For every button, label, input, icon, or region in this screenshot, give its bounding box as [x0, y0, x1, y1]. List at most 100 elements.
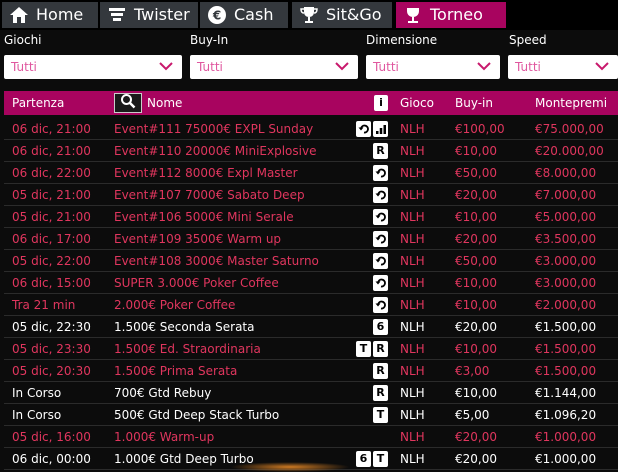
row-badges: R	[373, 385, 388, 401]
row-prize: €7.000,00	[535, 188, 597, 202]
row-start-time: 05 dic, 23:30	[12, 342, 91, 356]
tab-cash-label: Cash	[234, 5, 274, 24]
filter-giochi-label: Giochi	[4, 33, 42, 47]
rebuy-icon	[373, 253, 388, 269]
search-button[interactable]	[114, 93, 142, 113]
row-badges: TR	[356, 341, 388, 357]
badge-r-icon: R	[373, 363, 388, 379]
row-tournament-name: Event#109 3500€ Warm up	[114, 232, 282, 246]
filter-dimensione-value: Tutti	[373, 60, 399, 74]
row-prize: €2.000,00	[535, 298, 597, 312]
filter-giochi-select[interactable]: Tutti	[4, 55, 182, 79]
row-game: NLH	[400, 188, 425, 202]
table-row[interactable]: 06 dic, 21:00 Event#111 75000€ EXPL Sunda…	[4, 118, 618, 140]
row-badges: R	[373, 143, 388, 159]
header-prize[interactable]: Montepremi	[535, 91, 607, 115]
row-tournament-name: 1.500€ Prima Serata	[114, 364, 238, 378]
row-prize: €1.096,20	[535, 408, 597, 422]
header-name[interactable]: Nome	[147, 91, 182, 115]
row-game: NLH	[400, 122, 425, 136]
filter-dimensione-select[interactable]: Tutti	[366, 55, 500, 79]
table-row[interactable]: Tra 21 min 2.000€ Poker Coffee NLH €10,00 €2…	[4, 294, 618, 316]
row-prize: €1.500,00	[535, 364, 597, 378]
row-prize: €1.144,00	[535, 386, 597, 400]
row-prize: €8.000,00	[535, 166, 597, 180]
row-game: NLH	[400, 166, 425, 180]
table-row[interactable]: In Corso 500€ Gtd Deep Stack Turbo T NLH €5,…	[4, 404, 618, 426]
row-buyin: €5,00	[455, 408, 490, 422]
row-game: NLH	[400, 386, 425, 400]
row-start-time: 06 dic, 00:00	[12, 452, 91, 466]
table-row[interactable]: 05 dic, 20:30 1.500€ Prima Serata R NLH €3,0…	[4, 360, 618, 382]
table-row[interactable]: 05 dic, 21:00 Event#107 7000€ Sabato Deep…	[4, 184, 618, 206]
header-buyin[interactable]: Buy-in	[455, 91, 493, 115]
row-badges: 6	[373, 319, 388, 335]
tab-sitgo[interactable]: Sit&Go	[292, 2, 392, 28]
table-row[interactable]: 06 dic, 15:00 SUPER 3.000€ Poker Coffee NL…	[4, 272, 618, 294]
row-buyin: €20,00	[455, 430, 497, 444]
row-badges: 6T	[356, 451, 388, 467]
tab-cash[interactable]: € Cash	[200, 2, 288, 28]
filter-giochi-value: Tutti	[11, 60, 37, 74]
chevron-down-icon	[594, 58, 610, 78]
svg-text:€: €	[212, 9, 221, 23]
tab-torneo-label: Torneo	[430, 5, 483, 24]
table-row[interactable]: 06 dic, 21:00 Event#110 20000€ MiniExplos…	[4, 140, 618, 162]
header-game[interactable]: Gioco	[400, 91, 434, 115]
tab-bar: Home Twister € Cash Sit&Go Torneo	[0, 0, 618, 30]
row-start-time: In Corso	[12, 408, 62, 422]
header-start[interactable]: Partenza	[12, 91, 64, 115]
row-buyin: €10,00	[455, 298, 497, 312]
tab-sitgo-label: Sit&Go	[326, 5, 382, 24]
filter-buyin-select[interactable]: Tutti	[190, 55, 358, 79]
row-buyin: €10,00	[455, 144, 497, 158]
rebuy-icon	[373, 165, 388, 181]
tab-home[interactable]: Home	[2, 2, 98, 28]
row-prize: €1.500,00	[535, 320, 597, 334]
row-buyin: €50,00	[455, 166, 497, 180]
row-tournament-name: Event#108 3000€ Master Saturno	[114, 254, 319, 268]
row-badges: T	[373, 407, 388, 423]
rebuy-icon	[356, 121, 371, 137]
table-row[interactable]: In Corso 700€ Gtd Rebuy R NLH €10,00 €1.144,0…	[4, 382, 618, 404]
chevron-down-icon	[476, 58, 492, 78]
table-row[interactable]: 05 dic, 22:00 Event#108 3000€ Master Satu…	[4, 250, 618, 272]
badge-r-icon: R	[373, 341, 388, 357]
row-prize: €1.000,00	[535, 430, 597, 444]
tab-torneo[interactable]: Torneo	[396, 2, 506, 28]
row-tournament-name: Event#106 5000€ Mini Serale	[114, 210, 294, 224]
euro-coin-icon: €	[206, 4, 228, 26]
bottom-glow	[230, 462, 350, 472]
table-row[interactable]: 05 dic, 22:30 1.500€ Seconda Serata 6 NLH €2…	[4, 316, 618, 338]
row-start-time: 06 dic, 22:00	[12, 166, 91, 180]
search-icon	[120, 93, 136, 113]
row-buyin: €10,00	[455, 210, 497, 224]
table-row[interactable]: 05 dic, 16:00 1.000€ Warm-up NLH €20,00 €1.0…	[4, 426, 618, 448]
row-start-time: 05 dic, 22:30	[12, 320, 91, 334]
table-row[interactable]: 06 dic, 22:00 Event#112 8000€ Expl Master…	[4, 162, 618, 184]
rebuy-icon	[373, 187, 388, 203]
info-icon[interactable]: i	[374, 95, 388, 111]
row-game: NLH	[400, 298, 425, 312]
twister-icon	[106, 4, 128, 26]
table-row[interactable]: 05 dic, 21:00 Event#106 5000€ Mini Serale…	[4, 206, 618, 228]
tab-twister[interactable]: Twister	[100, 2, 198, 28]
row-prize: €1.500,00	[535, 342, 597, 356]
filter-speed-value: Tutti	[515, 60, 541, 74]
table-row[interactable]: 06 dic, 17:00 Event#109 3500€ Warm up NLH €…	[4, 228, 618, 250]
table-row[interactable]: 05 dic, 23:30 1.500€ Ed. Straordinaria T R N…	[4, 338, 618, 360]
rebuy-icon	[373, 297, 388, 313]
row-game: NLH	[400, 364, 425, 378]
filter-speed-select[interactable]: Tutti	[508, 55, 618, 79]
row-start-time: 05 dic, 21:00	[12, 188, 91, 202]
row-tournament-name: Event#110 20000€ MiniExplosive	[114, 144, 317, 158]
row-buyin: €20,00	[455, 320, 497, 334]
tab-home-label: Home	[36, 5, 84, 24]
row-badges	[373, 231, 388, 247]
row-game: NLH	[400, 430, 425, 444]
row-game: NLH	[400, 276, 425, 290]
row-buyin: €20,00	[455, 232, 497, 246]
row-game: NLH	[400, 342, 425, 356]
badge-6-icon: 6	[373, 319, 388, 335]
row-tournament-name: 2.000€ Poker Coffee	[114, 298, 236, 312]
